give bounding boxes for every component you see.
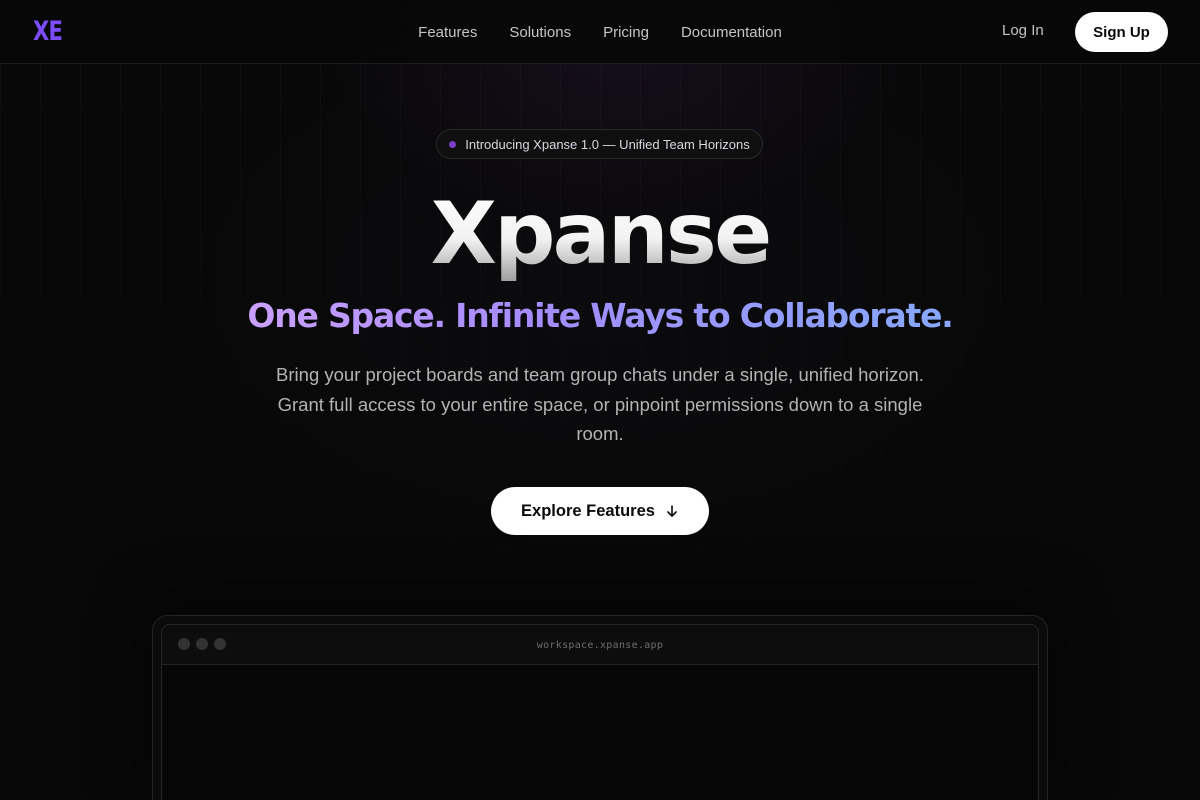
preview-window: workspace.xpanse.app <box>161 624 1039 800</box>
signup-button[interactable]: Sign Up <box>1075 12 1168 52</box>
badge-text: Introducing Xpanse 1.0 — Unified Team Ho… <box>465 136 750 152</box>
announcement-badge[interactable]: Introducing Xpanse 1.0 — Unified Team Ho… <box>436 129 763 159</box>
hero-subtitle-text: One Space. Infinite Ways to Collaborate. <box>247 296 953 335</box>
nav-link-solutions[interactable]: Solutions <box>509 24 571 41</box>
explore-features-label: Explore Features <box>521 501 655 520</box>
badge-dot-icon <box>449 140 457 148</box>
arrow-down-icon <box>667 505 677 517</box>
login-link[interactable]: Log In <box>1002 22 1044 39</box>
preview-url: workspace.xpanse.app <box>536 639 664 651</box>
hero-description: Bring your project boards and team group… <box>276 364 924 444</box>
brand-logo[interactable]: XE <box>33 17 63 47</box>
nav-link-features[interactable]: Features <box>418 24 477 41</box>
hero-subtitle: One Space. Infinite Ways to Collaborate. <box>0 294 1200 338</box>
nav-link-pricing[interactable]: Pricing <box>603 24 649 41</box>
nav-link-documentation[interactable]: Documentation <box>681 24 782 41</box>
top-navbar: XE Features Solutions Pricing Documentat… <box>0 0 1200 64</box>
explore-features-button[interactable]: Explore Features <box>491 487 709 535</box>
hero-title: Xpanse <box>0 184 1200 284</box>
preview-window-bar: workspace.xpanse.app <box>162 625 1038 665</box>
